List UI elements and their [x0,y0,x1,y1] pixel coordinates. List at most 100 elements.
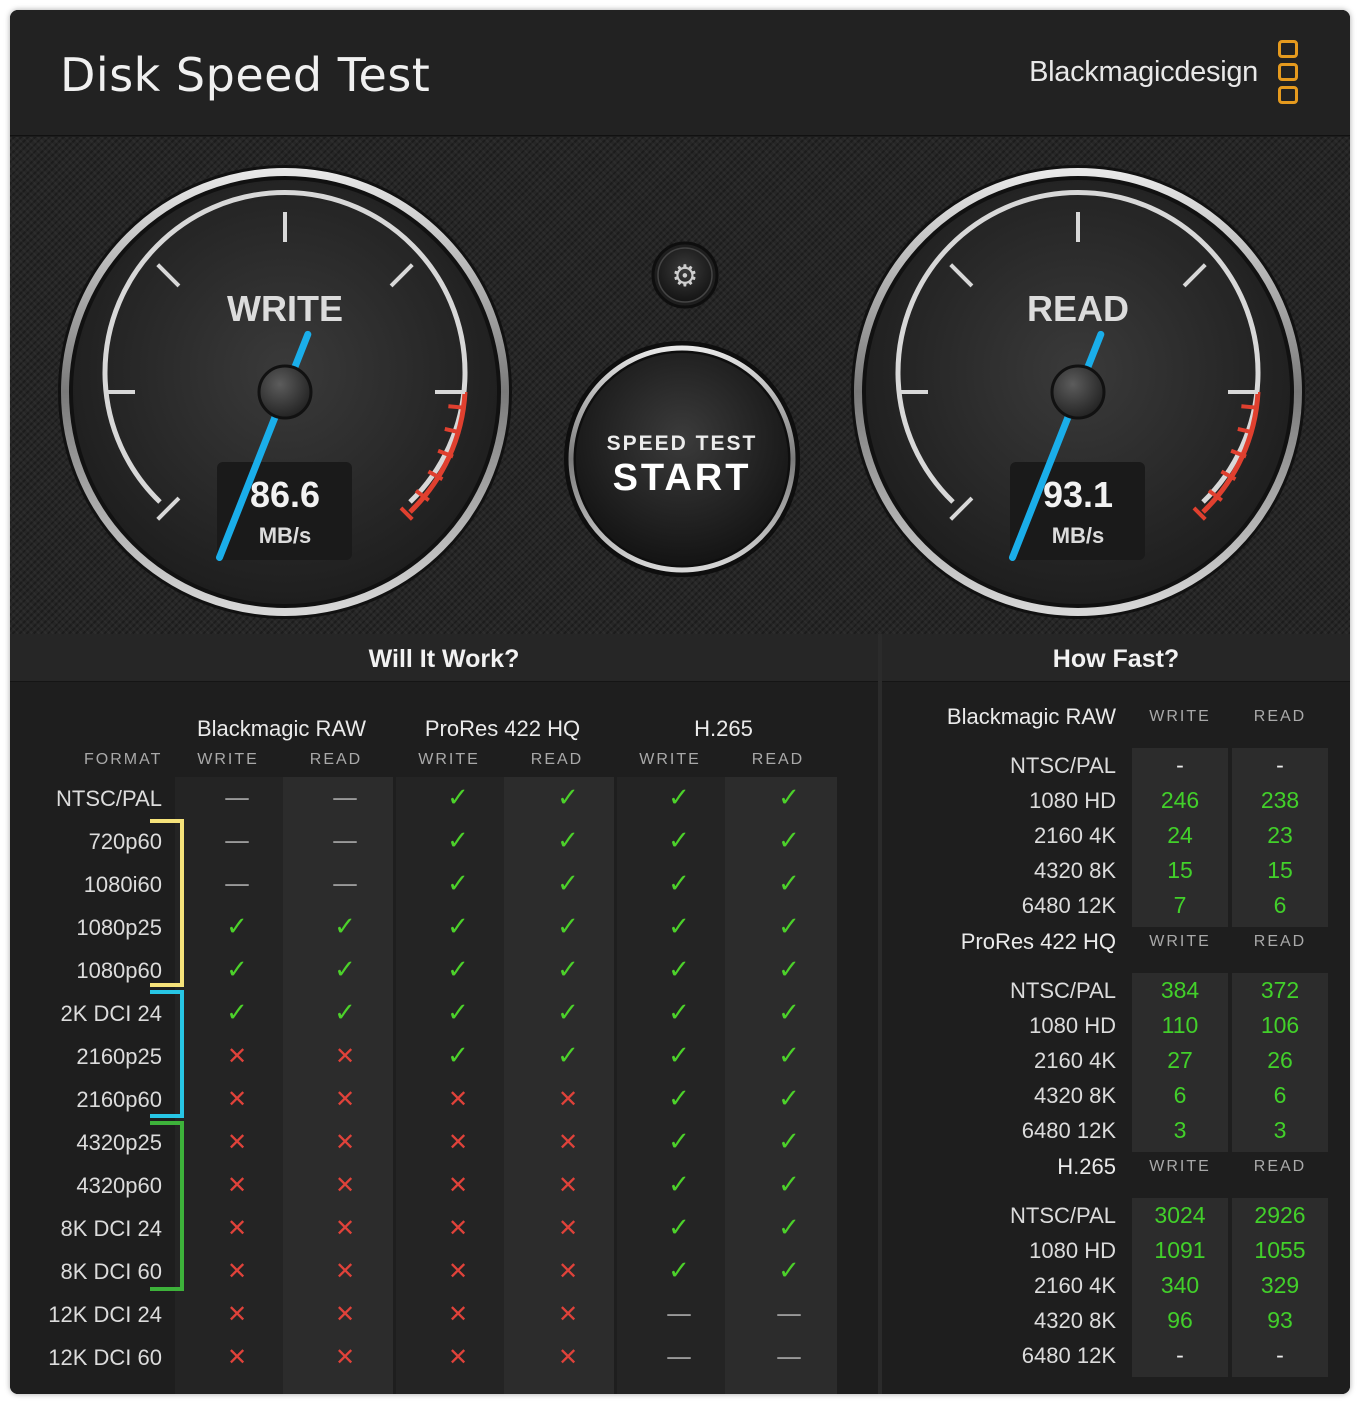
how-fast-codec-title: ProRes 422 HQ [960,929,1116,954]
dash-icon: — [224,869,250,899]
app-window: ✕ Disk Speed Test Blackmagicdesign [10,10,1350,1394]
check-icon: ✓ [447,1041,469,1071]
format-label: NTSC/PAL [56,786,162,811]
how-fast-write-value: 110 [1161,1012,1199,1038]
how-fast-format-label: 1080 HD [1029,1238,1116,1263]
how-fast-read-value: 2926 [1254,1202,1306,1228]
codec-header-h265: H.265 [694,716,753,741]
check-icon: ✓ [668,998,690,1028]
how-fast-read-value: - [1276,1342,1284,1368]
bracket-8k [150,1121,184,1291]
how-fast-format-label: 4320 8K [1034,1308,1116,1333]
how-fast-codec-title: Blackmagic RAW [946,704,1116,729]
check-icon: ✓ [557,912,579,942]
how-fast-write-value: 96 [1167,1307,1193,1333]
check-icon: ✓ [557,998,579,1028]
check-icon: ✓ [778,1041,800,1071]
how-fast-read-value: 1055 [1254,1237,1306,1263]
how-fast-read-value: 93 [1267,1307,1293,1333]
how-fast-write-value: 7 [1173,892,1187,918]
how-fast-write-value: - [1176,1342,1184,1368]
how-fast-read-header: READ [1253,1158,1307,1175]
cross-icon: ✕ [226,1257,248,1285]
dash-icon: — [332,869,358,899]
start-button[interactable]: SPEED TEST START [564,341,800,577]
how-fast-format-label: 4320 8K [1034,1083,1116,1108]
how-fast-write-header: WRITE [1149,1158,1211,1175]
how-fast-write-value: 15 [1167,857,1193,883]
dash-icon: — [776,1299,802,1329]
read-needle-hub [1050,364,1106,420]
how-fast-format-label: 2160 4K [1034,1273,1116,1298]
check-icon: ✓ [778,1084,800,1114]
cross-icon: ✕ [226,1128,248,1156]
format-label: 8K DCI 24 [60,1216,163,1241]
check-icon: ✓ [668,1041,690,1071]
check-icon: ✓ [668,1084,690,1114]
how-fast-format-label: 1080 HD [1029,788,1116,813]
check-icon: ✓ [668,912,690,942]
cross-icon: ✕ [557,1128,579,1156]
check-icon: ✓ [447,783,469,813]
write-needle-hub [257,364,313,420]
how-fast-write-value: - [1176,752,1184,778]
cross-icon: ✕ [226,1042,248,1070]
check-icon: ✓ [778,783,800,813]
write-speed-value: 86.6 [250,474,320,515]
cross-icon: ✕ [226,1214,248,1242]
cross-icon: ✕ [226,1085,248,1113]
read-speed-unit: MB/s [1052,523,1105,548]
how-fast-read-value: 3 [1273,1117,1287,1143]
check-icon: ✓ [778,1213,800,1243]
will-it-work-title: Will It Work? [10,634,878,682]
cross-icon: ✕ [447,1085,469,1113]
cross-icon: ✕ [334,1128,356,1156]
gauge-redline-tick [1241,404,1258,410]
title-bar: Disk Speed Test Blackmagicdesign [10,10,1350,136]
how-fast-format-label: 6480 12K [1021,1118,1116,1143]
bracket-uhd [150,990,184,1118]
write-speed-unit: MB/s [259,523,312,548]
dash-icon: — [332,783,358,813]
how-fast-format-label: 2160 4K [1034,823,1116,848]
will-it-work-panel: Will It Work? FORMAT Blackmagic RAW ProR… [10,634,878,1394]
how-fast-write-value: 3 [1173,1117,1187,1143]
check-icon: ✓ [447,826,469,856]
cross-icon: ✕ [557,1257,579,1285]
check-icon: ✓ [334,912,356,942]
cross-icon: ✕ [447,1214,469,1242]
cross-icon: ✕ [557,1171,579,1199]
cross-icon: ✕ [334,1343,356,1371]
format-label: 12K DCI 60 [48,1345,162,1370]
gauge-redline-tick [448,404,465,410]
dash-icon: — [776,1342,802,1372]
check-icon: ✓ [226,955,248,985]
write-gauge: WRITE 86.6 MB/s [58,165,512,619]
how-fast-read-value: 372 [1260,977,1300,1003]
braw-write-header: WRITE [197,751,259,768]
check-icon: ✓ [668,1213,690,1243]
check-icon: ✓ [334,955,356,985]
how-fast-read-value: - [1276,752,1284,778]
how-fast-write-header: WRITE [1149,933,1211,950]
check-icon: ✓ [668,1170,690,1200]
check-icon: ✓ [778,912,800,942]
cross-icon: ✕ [447,1257,469,1285]
settings-button[interactable]: ⚙ [651,241,719,309]
dash-icon: — [224,826,250,856]
gear-icon: ⚙ [672,259,699,294]
start-button-label: START [613,457,752,499]
cross-icon: ✕ [447,1128,469,1156]
how-fast-write-value: 3024 [1154,1202,1206,1228]
how-fast-read-value: 23 [1267,822,1293,848]
check-icon: ✓ [778,1127,800,1157]
how-fast-format-label: 1080 HD [1029,1013,1116,1038]
check-icon: ✓ [557,826,579,856]
cross-icon: ✕ [334,1085,356,1113]
check-icon: ✓ [557,1041,579,1071]
check-icon: ✓ [778,869,800,899]
check-icon: ✓ [557,955,579,985]
dash-icon: — [666,1299,692,1329]
cross-icon: ✕ [226,1343,248,1371]
check-icon: ✓ [778,1170,800,1200]
